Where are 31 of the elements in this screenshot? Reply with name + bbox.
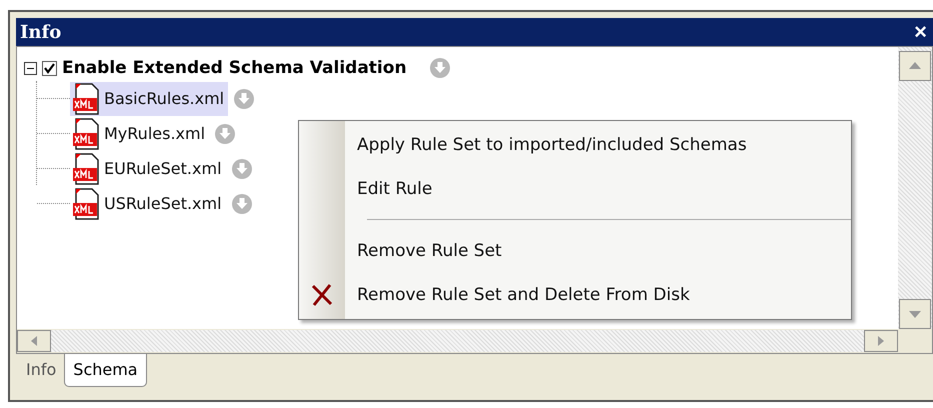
xml-file-icon	[72, 118, 100, 150]
checkbox[interactable]	[42, 60, 57, 76]
tree-item[interactable]: USRuleSet.xml	[70, 186, 226, 220]
xml-file-icon	[72, 82, 100, 114]
tab[interactable]: Info	[18, 354, 64, 384]
xml-file-icon	[72, 152, 100, 184]
download-icon[interactable]	[232, 194, 252, 214]
menu-item[interactable]: Apply Rule Set to imported/included Schemas	[357, 135, 747, 155]
tree-root-label[interactable]: Enable Extended Schema Validation	[62, 58, 407, 78]
menu-item[interactable]: Remove Rule Set	[357, 241, 502, 261]
download-icon[interactable]	[234, 88, 254, 108]
scroll-left-icon[interactable]	[17, 330, 51, 352]
tree-item[interactable]: BasicRules.xml	[70, 82, 228, 116]
scroll-up-icon[interactable]	[899, 51, 931, 81]
xml-file-icon	[72, 188, 100, 220]
tab[interactable]: Schema	[64, 354, 147, 387]
download-icon[interactable]	[232, 158, 252, 178]
delete-icon	[310, 283, 334, 307]
collapse-icon[interactable]	[24, 62, 37, 74]
download-icon[interactable]	[215, 124, 236, 144]
close-button[interactable]: ×	[914, 21, 927, 43]
scroll-down-icon[interactable]	[899, 299, 931, 329]
menu-item[interactable]: Remove Rule Set and Delete From Disk	[357, 285, 690, 305]
menu-item[interactable]: Edit Rule	[357, 179, 432, 199]
tree-item[interactable]: EURuleSet.xml	[70, 152, 226, 186]
scroll-right-icon[interactable]	[864, 330, 898, 352]
download-icon[interactable]	[430, 58, 450, 78]
vertical-scrollbar[interactable]	[898, 47, 932, 353]
window-title: Info	[20, 22, 62, 42]
horizontal-scrollbar[interactable]	[17, 329, 898, 353]
tree-item[interactable]: MyRules.xml	[70, 116, 210, 150]
